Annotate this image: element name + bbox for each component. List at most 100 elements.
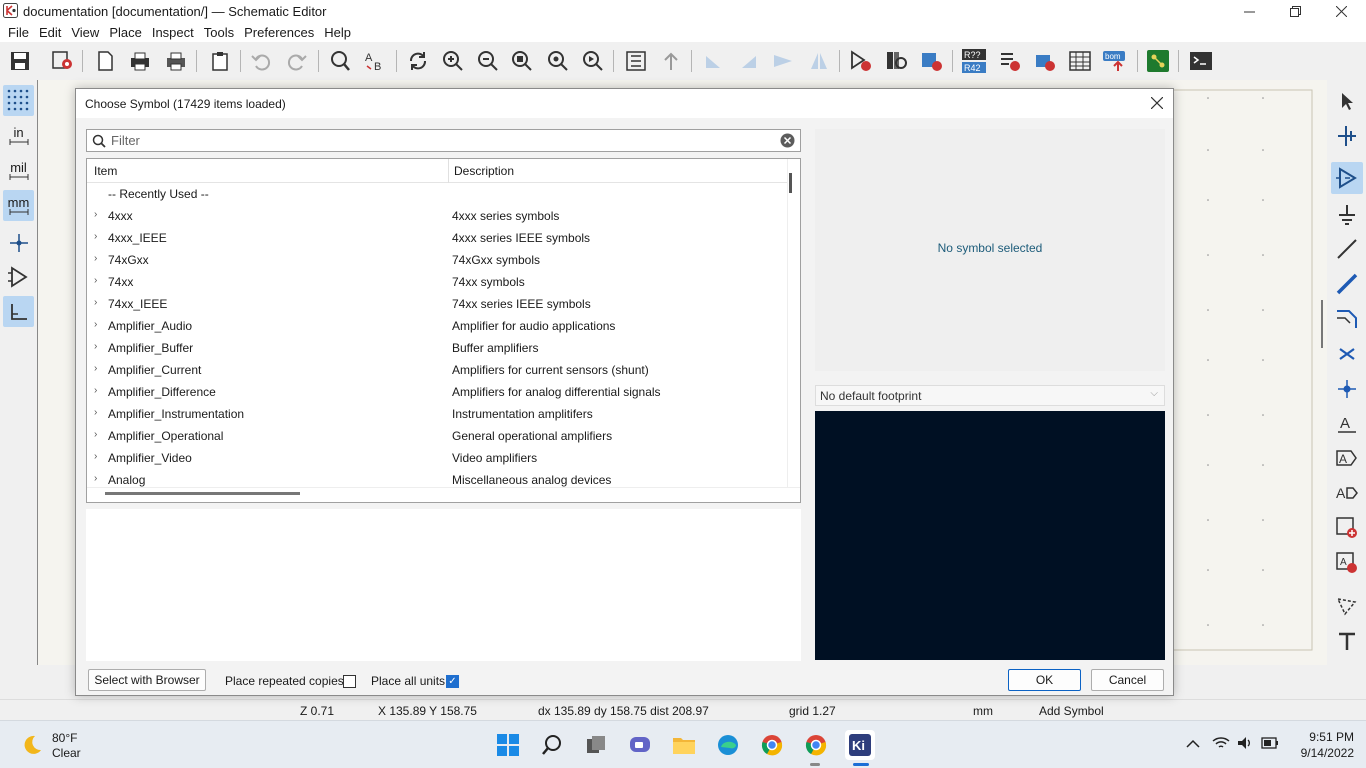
battery-icon[interactable] xyxy=(1261,737,1279,752)
bus-entry-icon[interactable] xyxy=(1331,302,1363,334)
menu-help[interactable]: Help xyxy=(319,25,356,40)
expand-chevron-icon[interactable]: › xyxy=(94,275,97,286)
rotate-ccw-icon[interactable] xyxy=(700,48,726,74)
zoom-fit-icon[interactable] xyxy=(509,48,535,74)
find-icon[interactable] xyxy=(327,48,353,74)
expand-chevron-icon[interactable]: › xyxy=(94,451,97,462)
hierarchy-navigator-icon[interactable] xyxy=(623,48,649,74)
expand-chevron-icon[interactable]: › xyxy=(94,319,97,330)
add-wire-icon[interactable] xyxy=(1331,233,1363,265)
no-connect-icon[interactable] xyxy=(1331,338,1363,370)
refresh-icon[interactable] xyxy=(405,48,431,74)
volume-icon[interactable] xyxy=(1237,736,1253,753)
rotate-cw-icon[interactable] xyxy=(736,48,762,74)
undo-icon[interactable] xyxy=(248,48,274,74)
zoom-out-icon[interactable] xyxy=(475,48,501,74)
highlight-net-icon[interactable] xyxy=(1331,120,1363,152)
add-global-label-icon[interactable]: A xyxy=(1331,442,1363,474)
cancel-button[interactable]: Cancel xyxy=(1091,669,1164,691)
ok-button[interactable]: OK xyxy=(1008,669,1081,691)
find-replace-icon[interactable]: AB xyxy=(362,48,388,74)
add-sheet-icon[interactable] xyxy=(1331,512,1363,544)
expand-chevron-icon[interactable]: › xyxy=(94,341,97,352)
start-windows-icon[interactable] xyxy=(493,730,523,760)
tree-row[interactable]: › 4xxx_IEEE 4xxx series IEEE symbols xyxy=(87,227,787,249)
search-taskbar-icon[interactable] xyxy=(537,730,567,760)
redo-icon[interactable] xyxy=(284,48,310,74)
tree-row[interactable]: › Amplifier_Difference Amplifiers for anal… xyxy=(87,381,787,403)
menu-file[interactable]: File xyxy=(3,25,34,40)
sim-icon[interactable] xyxy=(1032,48,1058,74)
add-junction-icon[interactable] xyxy=(1331,373,1363,405)
expand-chevron-icon[interactable]: › xyxy=(94,429,97,440)
restore-button[interactable] xyxy=(1272,0,1318,22)
chrome-browser-icon[interactable] xyxy=(757,730,787,760)
menu-edit[interactable]: Edit xyxy=(34,25,66,40)
tree-row[interactable]: › Amplifier_Audio Amplifier for audio appl… xyxy=(87,315,787,337)
weather-temp[interactable]: 80°F xyxy=(52,731,77,745)
pcb-editor-icon[interactable] xyxy=(1145,48,1171,74)
save-icon[interactable] xyxy=(7,48,33,74)
tree-row[interactable]: › Amplifier_Video Video amplifiers xyxy=(87,447,787,469)
hidden-pins-icon[interactable] xyxy=(3,261,34,292)
symbol-editor-icon[interactable] xyxy=(848,48,874,74)
symbol-tree[interactable]: Item Description -- Recently Used -- › 4x… xyxy=(86,158,801,503)
menu-place[interactable]: Place xyxy=(104,25,147,40)
dialog-close-icon[interactable] xyxy=(1147,93,1167,113)
add-power-icon[interactable] xyxy=(1331,199,1363,231)
tree-row[interactable]: › Amplifier_Instrumentation Instrumentatio… xyxy=(87,403,787,425)
edge-browser-icon[interactable] xyxy=(713,730,743,760)
wifi-icon[interactable] xyxy=(1212,736,1230,753)
footprint-assignment-icon[interactable] xyxy=(919,48,945,74)
symbol-fields-table-icon[interactable] xyxy=(1067,48,1093,74)
expand-chevron-icon[interactable]: › xyxy=(94,297,97,308)
menu-tools[interactable]: Tools xyxy=(199,25,239,40)
place-all-units-checkbox[interactable]: ✓ xyxy=(446,675,459,688)
tree-row[interactable]: › Amplifier_Current Amplifiers for current… xyxy=(87,359,787,381)
column-header-item[interactable]: Item xyxy=(94,164,117,178)
import-sheet-pin-icon[interactable]: A xyxy=(1331,547,1363,579)
vertical-scroll-thumb[interactable] xyxy=(789,173,792,193)
tree-row[interactable]: › Amplifier_Buffer Buffer amplifiers xyxy=(87,337,787,359)
filter-input[interactable] xyxy=(111,132,761,149)
clear-filter-icon[interactable] xyxy=(780,133,795,148)
cursor-crosshair-icon[interactable] xyxy=(3,227,34,258)
add-hierarchical-label-icon[interactable]: A xyxy=(1331,477,1363,509)
footprint-select[interactable]: No default footprint ⌵ xyxy=(815,385,1165,406)
units-mils-button[interactable]: mil xyxy=(3,155,34,186)
add-bus-icon[interactable] xyxy=(1331,268,1363,300)
file-explorer-icon[interactable] xyxy=(669,730,699,760)
zoom-in-icon[interactable] xyxy=(440,48,466,74)
weather-condition[interactable]: Clear xyxy=(52,746,81,760)
bom-icon[interactable]: bom xyxy=(1102,48,1128,74)
add-graphic-line-icon[interactable] xyxy=(1331,590,1363,622)
erc-icon[interactable] xyxy=(997,48,1023,74)
paste-icon[interactable] xyxy=(207,48,233,74)
plot-icon[interactable] xyxy=(163,48,189,74)
annotate-icon[interactable]: R?? R42 xyxy=(961,48,987,74)
units-inches-button[interactable]: in xyxy=(3,120,34,151)
schematic-setup-icon[interactable] xyxy=(50,48,76,74)
teams-chat-icon[interactable] xyxy=(625,730,655,760)
add-symbol-icon[interactable] xyxy=(1331,162,1363,194)
kicad-taskbar-icon[interactable]: Ki xyxy=(845,730,875,760)
expand-chevron-icon[interactable]: › xyxy=(94,209,97,220)
horizontal-scroll-thumb[interactable] xyxy=(105,492,300,495)
vertical-scrollbar[interactable] xyxy=(787,159,800,487)
close-window-button[interactable] xyxy=(1318,0,1364,22)
add-label-icon[interactable]: A xyxy=(1331,408,1363,440)
zoom-selection-icon[interactable] xyxy=(580,48,606,74)
tree-row[interactable]: › 74xx_IEEE 74xx series IEEE symbols xyxy=(87,293,787,315)
expand-chevron-icon[interactable]: › xyxy=(94,253,97,264)
mirror-vertical-icon[interactable] xyxy=(770,48,796,74)
mirror-horizontal-icon[interactable] xyxy=(806,48,832,74)
zoom-objects-icon[interactable] xyxy=(545,48,571,74)
page-settings-icon[interactable] xyxy=(92,48,118,74)
tree-row[interactable]: › 74xx 74xx symbols xyxy=(87,271,787,293)
tree-row[interactable]: › 74xGxx 74xGxx symbols xyxy=(87,249,787,271)
minimize-button[interactable] xyxy=(1226,0,1272,22)
task-view-icon[interactable] xyxy=(581,730,611,760)
units-mm-button[interactable]: mm xyxy=(3,190,34,221)
expand-chevron-icon[interactable]: › xyxy=(94,363,97,374)
place-repeated-checkbox[interactable] xyxy=(343,675,356,688)
